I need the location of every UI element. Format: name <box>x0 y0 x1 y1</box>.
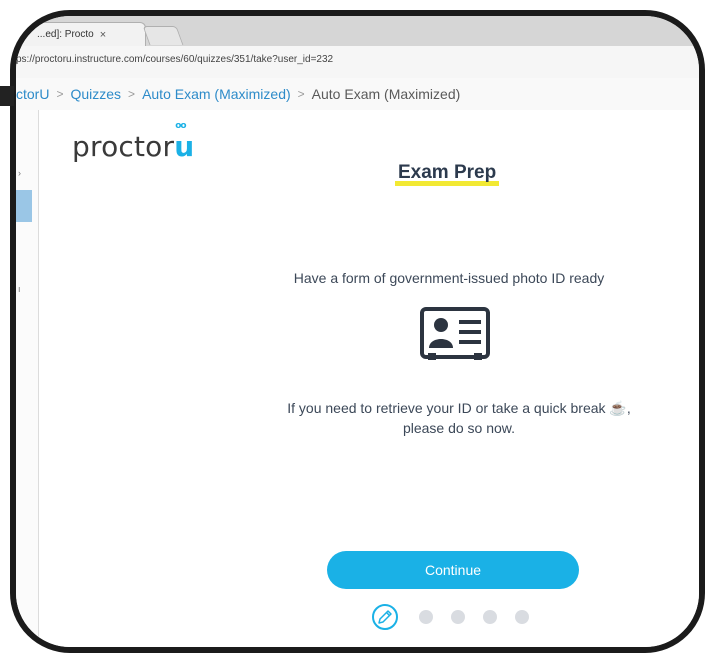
continue-button[interactable]: Continue <box>327 551 579 589</box>
breadcrumb-item-proctoru[interactable]: ctorU <box>16 86 49 102</box>
break-instruction: If you need to retrieve your ID or take … <box>259 398 659 438</box>
course-nav-gutter: › ı <box>16 110 39 647</box>
step-1-pencil-icon <box>372 604 398 630</box>
breadcrumb: ctorU > Quizzes > Auto Exam (Maximized) … <box>16 78 699 111</box>
exam-prep-panel: proctor oo u Exam Prep Have a form of gove… <box>39 110 699 647</box>
address-bar[interactable]: ps://proctoru.instructure.com/courses/60… <box>16 46 699 79</box>
breadcrumb-item-quiz[interactable]: Auto Exam (Maximized) <box>142 86 291 102</box>
nav-active-item[interactable] <box>16 190 32 222</box>
break-instruction-line-2: please do so now. <box>402 420 516 436</box>
browser-tab[interactable]: ...ed]: Procto × <box>16 22 146 46</box>
breadcrumb-item-current: Auto Exam (Maximized) <box>311 86 461 102</box>
pencil-icon <box>378 610 392 624</box>
id-card-icon <box>420 307 490 360</box>
logo-owl-u: oo u <box>174 121 195 163</box>
page-title: Exam Prep <box>395 162 500 186</box>
url-text[interactable]: ps://proctoru.instructure.com/courses/60… <box>16 54 333 65</box>
breadcrumb-separator: > <box>56 87 64 101</box>
logo-text: proctor <box>72 130 175 163</box>
browser-tab-strip: ...ed]: Procto × <box>16 16 699 47</box>
nav-marker: › <box>18 168 21 178</box>
step-indicator <box>372 603 538 631</box>
screenshot-frame: ...ed]: Procto × ps://proctoru.instructu… <box>10 10 705 653</box>
tab-title: ...ed]: Procto <box>37 29 94 40</box>
step-dot <box>483 610 497 624</box>
frame-corner-tab <box>0 86 14 106</box>
breadcrumb-separator: > <box>128 87 136 101</box>
break-instruction-line-1: If you need to retrieve your ID or take … <box>287 400 631 416</box>
nav-marker: ı <box>18 284 21 294</box>
breadcrumb-item-quizzes[interactable]: Quizzes <box>70 86 121 102</box>
id-instruction-text: Have a form of government-issued photo I… <box>293 270 605 286</box>
tab-close-icon[interactable]: × <box>100 29 106 41</box>
new-tab-button[interactable] <box>142 26 184 45</box>
proctoru-logo: proctor oo u <box>72 121 195 163</box>
step-dot <box>419 610 433 624</box>
breadcrumb-separator: > <box>297 87 305 101</box>
step-dot <box>515 610 529 624</box>
owl-eyes-icon: oo <box>175 121 186 131</box>
step-dot <box>451 610 465 624</box>
